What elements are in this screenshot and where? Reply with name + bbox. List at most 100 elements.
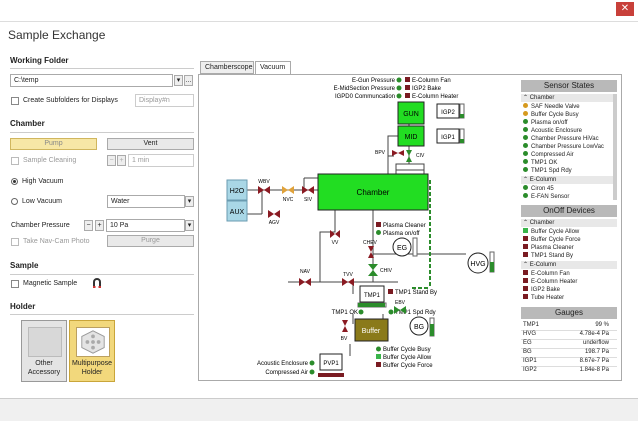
vacuum-diagram: E-Gun Pressure E-MidSection Pressure IGP…: [226, 77, 495, 377]
pressure-increment[interactable]: +: [95, 220, 104, 231]
device-group-ecolumn[interactable]: ⌃ E-Column: [521, 261, 617, 269]
navcam-label: Take Nav-Cam Photo: [23, 238, 90, 245]
main-chamber[interactable]: Chamber: [317, 173, 429, 211]
low-vacuum-gas-select[interactable]: Water: [107, 195, 185, 208]
chamber-pressure-input[interactable]: 10 Pa: [106, 219, 185, 232]
vent-button[interactable]: Vent: [107, 138, 194, 150]
svg-text:TMP1 Spd Rdy: TMP1 Spd Rdy: [395, 310, 436, 316]
gun-chamber[interactable]: GUN: [397, 101, 425, 125]
eg-gauge[interactable]: EG: [392, 237, 418, 257]
device-toggle[interactable]: Tube Heater: [523, 294, 564, 302]
buffer-chamber[interactable]: Buffer: [354, 318, 389, 342]
sample-cleaning-label: Sample Cleaning: [23, 157, 77, 164]
bg-gauge[interactable]: BG: [409, 316, 435, 337]
pressure-decrement[interactable]: −: [84, 220, 93, 231]
tmp1-pump[interactable]: TMP1: [357, 285, 387, 308]
toggle-igp2-bake[interactable]: IGP2 Bake: [405, 85, 442, 92]
folder-path-input[interactable]: C:\temp: [10, 74, 173, 87]
sensor-states-header: Sensor States: [521, 80, 617, 92]
toggle-buffer-force[interactable]: Buffer Cycle Force: [376, 362, 433, 369]
aux-source[interactable]: AUX: [226, 200, 248, 222]
sensor-item: E-FAN Sensor: [523, 193, 569, 201]
gauge-name: IGP2: [523, 367, 537, 373]
holder-other-accessory[interactable]: Other Accessory: [21, 320, 67, 382]
svg-text:CIV: CIV: [416, 153, 425, 159]
purge-button[interactable]: Purge: [107, 235, 194, 247]
igp1-pump[interactable]: IGP1: [436, 128, 465, 144]
gas-dropdown-button[interactable]: ▾: [185, 196, 194, 207]
mid-chamber[interactable]: MID: [397, 125, 425, 147]
svg-text:H2O: H2O: [230, 188, 245, 195]
tab-vacuum[interactable]: Vacuum: [255, 61, 291, 75]
browse-button[interactable]: ...: [184, 75, 193, 86]
tvv-valve[interactable]: TVV: [342, 272, 354, 286]
holder-label: Holder: [81, 369, 103, 376]
nav-valve[interactable]: NAV: [299, 269, 311, 286]
navcam-checkbox[interactable]: [11, 238, 19, 246]
holder-image: [28, 327, 62, 357]
create-subfolders-label: Create Subfolders for Displays: [23, 97, 118, 104]
create-subfolders-checkbox[interactable]: [11, 97, 19, 105]
chiv-valve[interactable]: CHIV: [368, 264, 393, 276]
device-toggle[interactable]: Buffer Cycle Allow: [523, 228, 579, 236]
toggle-plasma-cleaner[interactable]: Plasma Cleaner: [376, 222, 426, 229]
device-toggle[interactable]: E-Column Fan: [523, 270, 570, 278]
svg-text:GUN: GUN: [403, 111, 419, 118]
device-toggle[interactable]: Buffer Cycle Force: [523, 236, 581, 244]
close-button[interactable]: ✕: [616, 2, 634, 16]
toggle-buffer-allow[interactable]: Buffer Cycle Allow: [376, 354, 432, 361]
sensor-scrollbar[interactable]: [613, 94, 617, 200]
bpv-valve[interactable]: BPV: [375, 150, 404, 156]
h2o-source[interactable]: H2O: [226, 179, 248, 201]
wbv-valve[interactable]: WBV: [258, 179, 270, 194]
sample-cleaning-checkbox[interactable]: [11, 157, 19, 165]
pvp1-pump[interactable]: PVP1: [318, 353, 344, 377]
magnetic-sample-label: Magnetic Sample: [23, 280, 78, 287]
svg-text:E-Column Heater: E-Column Heater: [412, 94, 458, 100]
bv-valve[interactable]: BV: [341, 320, 348, 342]
device-toggle[interactable]: TMP1 Stand By: [523, 252, 573, 260]
svg-text:Compressed Air: Compressed Air: [265, 370, 308, 376]
left-panel: Working Folder C:\temp ▾ ... Create Subf…: [10, 52, 194, 392]
agv-valve[interactable]: AGV: [268, 210, 280, 226]
svg-text:IGP2 Bake: IGP2 Bake: [412, 86, 442, 92]
magnetic-sample-checkbox[interactable]: [11, 280, 19, 288]
pressure-dropdown-button[interactable]: ▾: [185, 220, 194, 231]
svg-text:Buffer Cycle Force: Buffer Cycle Force: [383, 363, 433, 369]
svg-text:Buffer: Buffer: [362, 328, 381, 335]
svg-text:TMP1: TMP1: [364, 293, 381, 299]
toggle-tmp1-standby[interactable]: TMP1 Stand By: [388, 289, 437, 296]
svg-text:AGV: AGV: [269, 220, 280, 226]
svg-text:MID: MID: [405, 134, 418, 141]
gauge-name: HVG: [523, 331, 537, 337]
tab-chamberscope[interactable]: Chamberscope: [200, 61, 254, 74]
folder-dropdown-button[interactable]: ▾: [174, 75, 183, 86]
clean-time-decrement[interactable]: −: [107, 155, 116, 166]
high-vacuum-radio[interactable]: [11, 178, 18, 185]
status-emid-pressure: E-MidSection Pressure: [334, 85, 402, 92]
holder-label: Multipurpose: [71, 360, 113, 367]
display-name-input[interactable]: Display#n: [135, 94, 194, 107]
pump-button[interactable]: Pump: [10, 138, 97, 150]
device-group-chamber[interactable]: ⌃ Chamber: [521, 219, 617, 227]
nvc-valve[interactable]: NVC: [282, 186, 294, 203]
status-compressed-air: Compressed Air: [265, 369, 315, 376]
clean-time-input[interactable]: 1 min: [128, 154, 194, 167]
clean-time-increment[interactable]: +: [117, 155, 126, 166]
device-toggle[interactable]: E-Column Heater: [523, 278, 577, 286]
toggle-ecolumn-fan[interactable]: E-Column Fan: [405, 77, 451, 84]
device-toggle[interactable]: Plasma Cleaner: [523, 244, 574, 252]
toggle-ecolumn-heater[interactable]: E-Column Heater: [405, 93, 458, 100]
hvg-gauge[interactable]: HVG: [467, 251, 495, 274]
chev-valve[interactable]: CHEV: [363, 240, 378, 258]
svg-text:BPV: BPV: [375, 150, 386, 156]
sensor-group-chamber[interactable]: ⌃ Chamber: [521, 94, 617, 102]
divider: [10, 274, 194, 275]
igp2-pump[interactable]: IGP2: [436, 103, 465, 119]
svg-text:NVC: NVC: [283, 197, 294, 203]
device-toggle[interactable]: IGP2 Bake: [523, 286, 560, 294]
sensor-group-ecolumn[interactable]: ⌃ E-Column: [521, 176, 617, 184]
holder-multipurpose[interactable]: Multipurpose Holder: [69, 320, 115, 382]
siv-valve[interactable]: SIV: [302, 186, 314, 203]
low-vacuum-radio[interactable]: [11, 198, 18, 205]
